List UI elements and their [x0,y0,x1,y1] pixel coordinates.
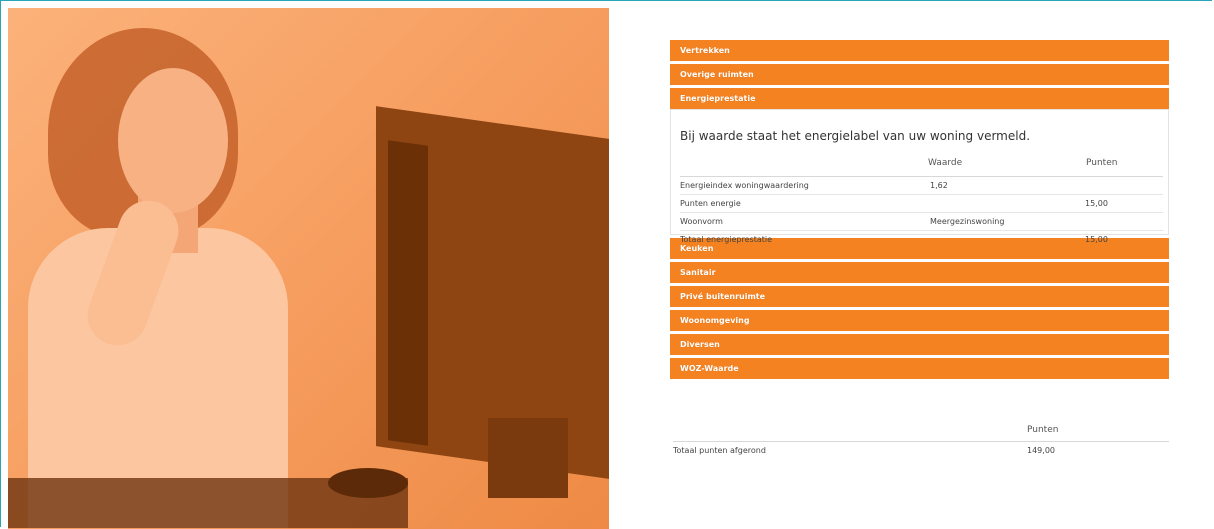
totals-label: Totaal punten afgerond [673,446,766,455]
section-woonomgeving[interactable]: Woonomgeving [670,310,1169,331]
section-overige-ruimten[interactable]: Overige ruimten [670,64,1169,85]
totals-row: Totaal punten afgerond 149,00 [673,442,1169,460]
section-prive-buitenruimte[interactable]: Privé buitenruimte [670,286,1169,307]
energieprestatie-panel: Bij waarde staat het energielabel van uw… [670,109,1169,244]
section-vertrekken[interactable]: Vertrekken [670,40,1169,61]
table-row: Energieindex woningwaardering 1,62 [680,177,1163,195]
section-energieprestatie[interactable]: Energieprestatie [670,88,1169,109]
hero-photo [8,8,609,529]
section-woz-waarde[interactable]: WOZ-Waarde [670,358,1169,379]
accordion: Vertrekken Overige ruimten Energiepresta… [670,40,1169,382]
photo-face [118,68,228,213]
section-diversen[interactable]: Diversen [670,334,1169,355]
totals-header: Punten [673,423,1169,442]
row-name: Woonvorm [680,217,723,226]
energy-table: Waarde Punten Energieindex woningwaarder… [680,155,1163,248]
totals-value: 149,00 [1027,446,1055,455]
row-punten: 15,00 [1085,199,1108,208]
row-waarde: Meergezinswoning [930,217,1005,226]
section-sanitair[interactable]: Sanitair [670,262,1169,283]
header-waarde: Waarde [928,158,963,168]
row-name: Punten energie [680,199,741,208]
header-punten: Punten [1086,158,1118,168]
row-name: Totaal energieprestatie [680,235,773,244]
totals-table: Punten Totaal punten afgerond 149,00 [673,423,1169,460]
table-header: Waarde Punten [680,155,1163,177]
table-row: Totaal energieprestatie 15,00 [680,231,1163,248]
table-row: Woonvorm Meergezinswoning [680,213,1163,231]
totals-header-punten: Punten [1027,425,1059,435]
row-waarde: 1,62 [930,181,948,190]
row-name: Energieindex woningwaardering [680,181,809,190]
panel-title: Bij waarde staat het energielabel van uw… [680,129,1031,143]
row-punten: 15,00 [1085,235,1108,244]
photo-monitor-stand [488,418,568,498]
photo-mouse [328,468,408,498]
photo-monitor-edge [388,140,428,446]
table-row: Punten energie 15,00 [680,195,1163,213]
